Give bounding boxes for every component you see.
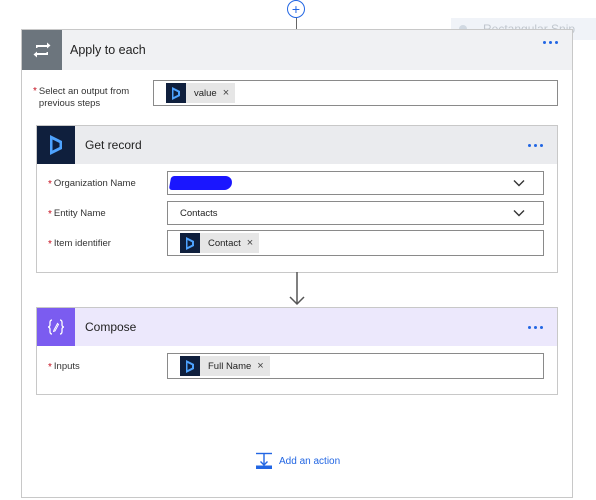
- apply-to-each-header[interactable]: Apply to each: [22, 30, 572, 70]
- compose-title: Compose: [85, 320, 137, 334]
- select-output-label-line2: previous steps: [38, 98, 101, 109]
- remove-token-icon[interactable]: ×: [223, 87, 229, 99]
- inputs-label: * Inputs: [48, 361, 80, 373]
- redaction-mark: [168, 176, 234, 190]
- select-output-label: * Select an output from previous steps: [33, 86, 129, 110]
- loop-icon: [22, 30, 62, 70]
- compose-icon: [37, 308, 75, 346]
- get-record-more-options-icon[interactable]: [528, 144, 543, 147]
- entity-name-label: * Entity Name: [48, 208, 106, 220]
- item-identifier-label: * Item identifier: [48, 238, 111, 250]
- inputs-label-text: Inputs: [53, 361, 80, 372]
- apply-to-each-title: Apply to each: [70, 43, 146, 57]
- dynamics-icon: [180, 356, 200, 376]
- full-name-token[interactable]: Full Name ×: [180, 356, 270, 376]
- connector-arrow-icon: [289, 272, 305, 306]
- dynamics-icon: [166, 83, 186, 103]
- remove-token-icon[interactable]: ×: [257, 360, 263, 372]
- org-name-label: * Organization Name: [48, 178, 136, 190]
- contact-token[interactable]: Contact ×: [180, 233, 260, 253]
- entity-name-value: Contacts: [180, 207, 218, 219]
- apply-to-each-more-options-icon[interactable]: [543, 41, 558, 44]
- get-record-header[interactable]: Get record: [37, 126, 557, 164]
- add-action-icon: [256, 452, 272, 469]
- contact-token-label: Contact: [208, 237, 241, 249]
- compose-more-options-icon[interactable]: [528, 326, 543, 329]
- item-identifier-field[interactable]: Contact ×: [167, 230, 544, 256]
- compose-card: Compose: [36, 307, 558, 395]
- full-name-token-label: Full Name: [208, 360, 252, 372]
- add-action-label: Add an action: [279, 455, 341, 467]
- dynamics-icon: [37, 126, 75, 164]
- value-token[interactable]: value ×: [166, 83, 236, 103]
- compose-header[interactable]: Compose: [37, 308, 557, 346]
- insert-step-plus-icon[interactable]: +: [287, 0, 305, 18]
- org-name-label-text: Organization Name: [53, 178, 136, 189]
- item-identifier-label-text: Item identifier: [53, 238, 111, 249]
- value-token-label: value: [194, 87, 217, 99]
- inputs-field[interactable]: Full Name ×: [167, 353, 544, 379]
- select-output-field[interactable]: value ×: [153, 80, 558, 106]
- chevron-down-icon: [513, 180, 525, 187]
- chevron-down-icon: [513, 210, 525, 217]
- add-action-button[interactable]: Add an action: [255, 452, 340, 470]
- remove-token-icon[interactable]: ×: [247, 237, 253, 249]
- select-output-label-line1: Select an output from: [38, 86, 130, 97]
- dynamics-icon: [180, 233, 200, 253]
- get-record-title: Get record: [85, 138, 142, 152]
- entity-name-label-text: Entity Name: [53, 208, 106, 219]
- entity-name-select[interactable]: Contacts: [167, 201, 544, 225]
- required-asterisk: *: [33, 86, 37, 97]
